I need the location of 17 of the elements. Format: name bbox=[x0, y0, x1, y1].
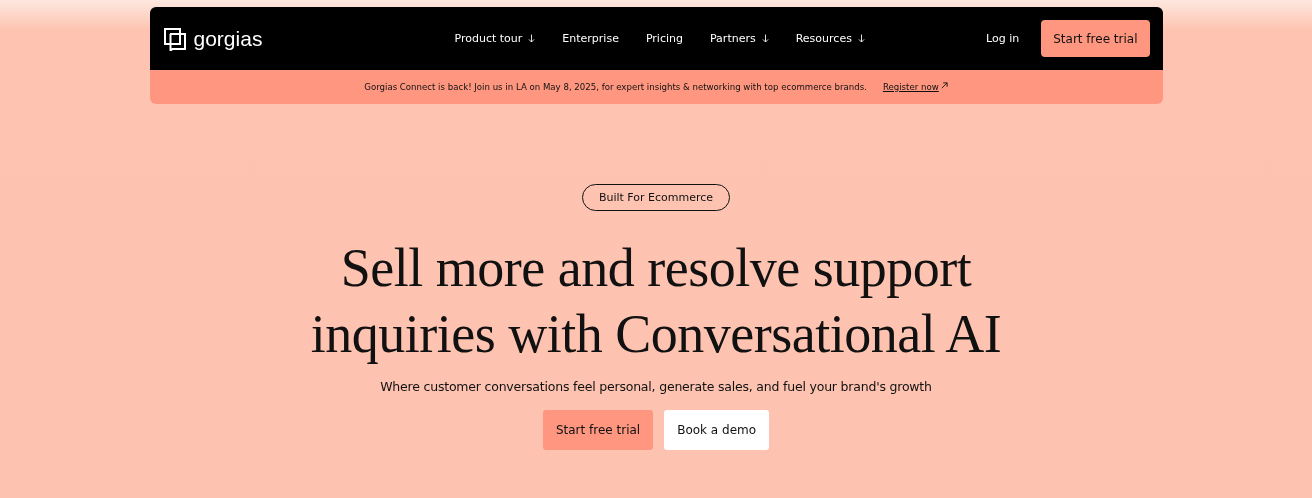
announcement-text: Gorgias Connect is back! Join us in LA on May 8, 2025, for expert insights & networking with top ecommerce brands. bbox=[364, 82, 867, 92]
nav-link[interactable]: Partners bbox=[710, 32, 769, 45]
nav-link[interactable]: Enterprise bbox=[562, 32, 619, 45]
nav-link[interactable]: Product tour bbox=[454, 32, 536, 45]
login-link[interactable]: Log in bbox=[986, 32, 1020, 45]
start-trial-button[interactable]: Start free trial bbox=[542, 410, 654, 450]
nav-link[interactable]: Resources bbox=[795, 32, 865, 45]
register-link[interactable]: Register now bbox=[882, 82, 939, 92]
book-demo-button[interactable]: Book a demo bbox=[664, 410, 770, 450]
nav-link[interactable]: Pricing bbox=[645, 32, 683, 45]
logo-icon[interactable] bbox=[162, 26, 187, 51]
brand-name[interactable]: gorgias bbox=[193, 26, 263, 51]
external-arrow-icon bbox=[940, 81, 948, 89]
hero-heading-line: Sell more and resolve support bbox=[340, 237, 972, 300]
start-trial-button[interactable]: Start free trial bbox=[1041, 20, 1150, 57]
hero-heading-line: inquiries with Conversational AI bbox=[310, 303, 1002, 366]
hero-subheading: Where customer conversations feel personal, generate sales, and fuel your brand's growth bbox=[380, 379, 932, 394]
